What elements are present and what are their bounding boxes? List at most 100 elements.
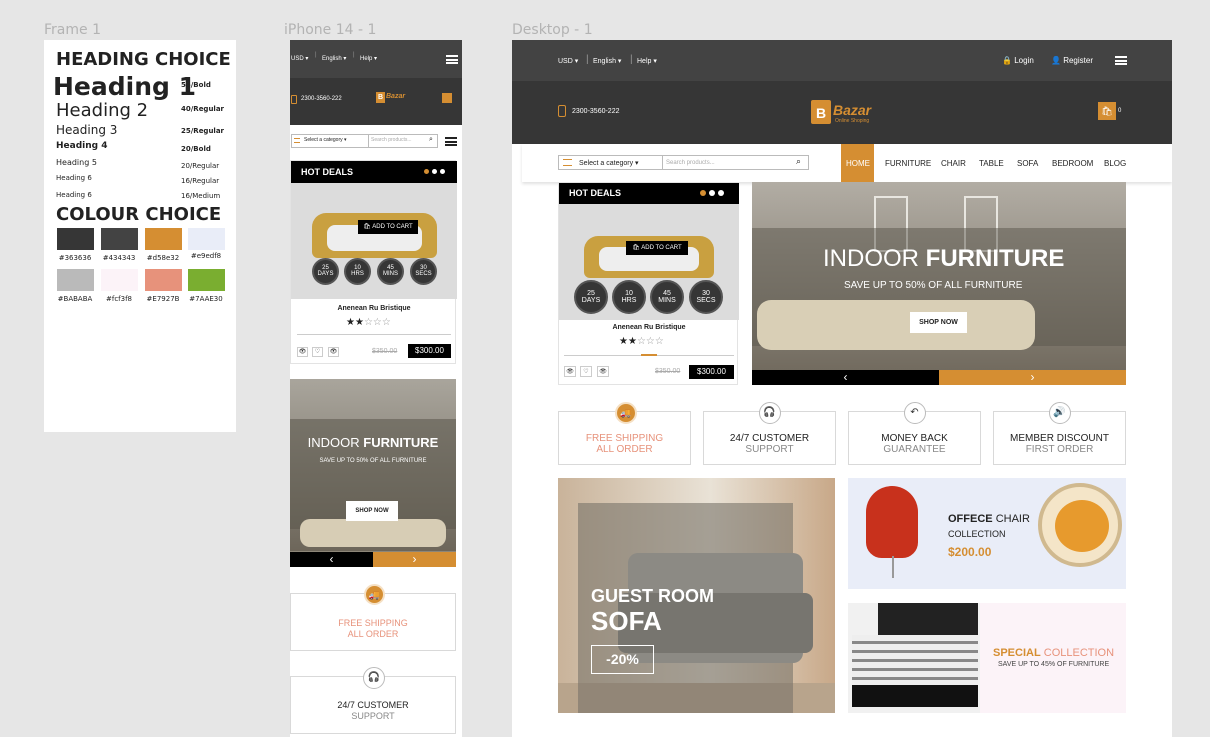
carousel-dot[interactable] <box>709 190 715 196</box>
category-label: Select a category <box>579 160 634 167</box>
timer-days: 25 DAYS <box>312 258 339 285</box>
login-link[interactable]: 🔒 Login <box>1002 56 1034 65</box>
red-chair-shape <box>866 486 918 558</box>
phone-icon <box>291 95 297 104</box>
banner-title-bold: FURNITURE <box>363 435 439 450</box>
category-label: Select a category <box>304 137 343 143</box>
carousel-dot[interactable] <box>424 169 429 174</box>
promo-sofa[interactable]: GUEST ROOM SOFA -20% <box>558 478 835 713</box>
heading-note-4: 20/Bold <box>181 145 211 153</box>
chair-leg <box>892 556 894 578</box>
add-to-cart-button[interactable]: 🛍 ADD TO CART <box>358 220 418 234</box>
service-free-shipping: 🚚 FREE SHIPPING ALL ORDER <box>558 402 691 465</box>
help-select[interactable]: Help ▾ <box>360 55 377 62</box>
brand-tagline: Online Shoping <box>835 118 870 124</box>
language-select[interactable]: English ▾ <box>593 57 621 65</box>
quick-view-icon[interactable]: 👁 <box>297 347 308 357</box>
service-title: 24/7 CUSTOMER <box>337 700 409 710</box>
menu-icon[interactable] <box>1115 56 1127 65</box>
register-link[interactable]: 👤 Register <box>1051 56 1093 65</box>
swatch-e9edf8 <box>188 228 225 250</box>
compare-icon[interactable]: 👁 <box>597 366 609 377</box>
nav-furniture[interactable]: FURNITURE <box>885 159 931 168</box>
language-select[interactable]: English ▾ <box>322 55 346 62</box>
heading-note-3: 25/Regular <box>181 127 225 135</box>
shop-now-button[interactable]: SHOP NOW <box>910 312 967 333</box>
search-icon[interactable]: ⌕ <box>796 156 801 167</box>
truck-icon: 🚚 <box>364 584 385 605</box>
quick-view-icon[interactable]: 👁 <box>564 366 576 377</box>
nav-sofa[interactable]: SOFA <box>1017 159 1038 168</box>
banner-next-button[interactable]: › <box>939 370 1126 385</box>
promo-chair-title: OFFECE CHAIR <box>948 513 1030 525</box>
category-select[interactable]: Select a category ▾ <box>579 159 639 167</box>
promo-chair[interactable]: OFFECE CHAIR COLLECTION $200.00 <box>848 478 1126 589</box>
phone-number: 2300-3560-222 <box>301 96 342 102</box>
currency-select[interactable]: USD ▾ <box>291 55 308 62</box>
promo-bed-bold: SPECIAL <box>993 647 1041 659</box>
swatch-fcf3f8 <box>101 269 138 291</box>
heading-sample-6: Heading 6 <box>56 174 92 182</box>
frame-label-frame1: Frame 1 <box>44 22 101 38</box>
mobile-frame: USD ▾ | English ▾ | Help ▾ 2300-3560-222… <box>290 40 462 737</box>
menu-icon[interactable] <box>446 55 458 64</box>
hot-deals-title: HOT DEALS <box>569 188 622 198</box>
heading-sample-3: Heading 3 <box>56 123 118 137</box>
carousel-dot[interactable] <box>718 190 724 196</box>
truck-icon: 🚚 <box>615 402 637 424</box>
promo-bed-title: SPECIAL COLLECTION <box>993 647 1114 659</box>
cart-icon[interactable] <box>442 93 452 103</box>
nav-bedroom[interactable]: BEDROOM <box>1052 159 1093 168</box>
nav-table[interactable]: TABLE <box>979 159 1004 168</box>
nav-home[interactable]: HOME <box>846 159 870 168</box>
carousel-dot[interactable] <box>432 169 437 174</box>
swatch-434343 <box>101 228 138 250</box>
carousel-dot[interactable] <box>440 169 445 174</box>
compare-icon[interactable]: 👁 <box>328 347 339 357</box>
cart-icon[interactable]: 🛍 <box>1098 102 1116 120</box>
swatch-label: #BABABA <box>57 295 93 303</box>
search-icon[interactable]: ⌕ <box>429 136 433 144</box>
currency-select[interactable]: USD ▾ <box>558 57 578 65</box>
desktop-topbar: USD ▾ | English ▾ | Help ▾ 🔒 Login 👤 Reg… <box>512 40 1172 81</box>
search-input[interactable]: Search products... <box>666 160 715 166</box>
service-title: MEMBER DISCOUNT <box>1010 433 1109 444</box>
swatch-label: #434343 <box>102 254 136 262</box>
search-input[interactable]: Search products... <box>371 137 412 143</box>
desktop-header: 2300-3560-222 B Bazar Online Shoping 🛍 0 <box>512 81 1172 144</box>
frame-label-desktop: Desktop - 1 <box>512 22 593 38</box>
wishlist-icon[interactable]: ♡ <box>580 366 592 377</box>
menu-icon[interactable] <box>445 137 457 146</box>
divider <box>368 134 369 148</box>
category-select[interactable]: Select a category ▾ <box>304 137 347 143</box>
divider: | <box>353 52 355 58</box>
cart-count: 0 <box>1118 108 1122 114</box>
price-tag: $300.00 <box>689 365 734 379</box>
category-menu-icon <box>294 138 300 143</box>
product-name: Anenean Ru Bristique <box>337 305 411 312</box>
service-sub: SUPPORT <box>745 444 794 455</box>
banner-prev-button[interactable]: ‹ <box>752 370 939 385</box>
divider <box>662 155 663 170</box>
timer-secs: 30 SECS <box>410 258 437 285</box>
carousel-dot[interactable] <box>700 190 706 196</box>
colour-choice-title: COLOUR CHOICE <box>56 204 222 225</box>
service-title: MONEY BACK <box>881 433 948 444</box>
add-to-cart-button[interactable]: 🛍 ADD TO CART <box>626 241 688 255</box>
promo-bed[interactable]: SPECIAL COLLECTION SAVE UP TO 45% OF FUR… <box>848 603 1126 713</box>
banner-next-button[interactable]: › <box>373 552 456 567</box>
banner-prev-button[interactable]: ‹ <box>290 552 373 567</box>
nav-chair[interactable]: CHAIR <box>941 159 966 168</box>
lock-icon: 🔒 <box>1002 56 1012 65</box>
star-filled-icon: ★★ <box>619 336 637 347</box>
swatch-bababa <box>57 269 94 291</box>
nav-blog[interactable]: BLOG <box>1104 159 1126 168</box>
divider: | <box>630 54 633 65</box>
banner-title-bold: FURNITURE <box>925 245 1065 272</box>
register-label: Register <box>1063 56 1093 65</box>
shop-now-button[interactable]: SHOP NOW <box>346 501 398 521</box>
wishlist-icon[interactable]: ♡ <box>312 347 323 357</box>
bed-frame <box>852 685 978 707</box>
swatch-7aae30 <box>188 269 225 291</box>
help-select[interactable]: Help ▾ <box>637 57 657 65</box>
